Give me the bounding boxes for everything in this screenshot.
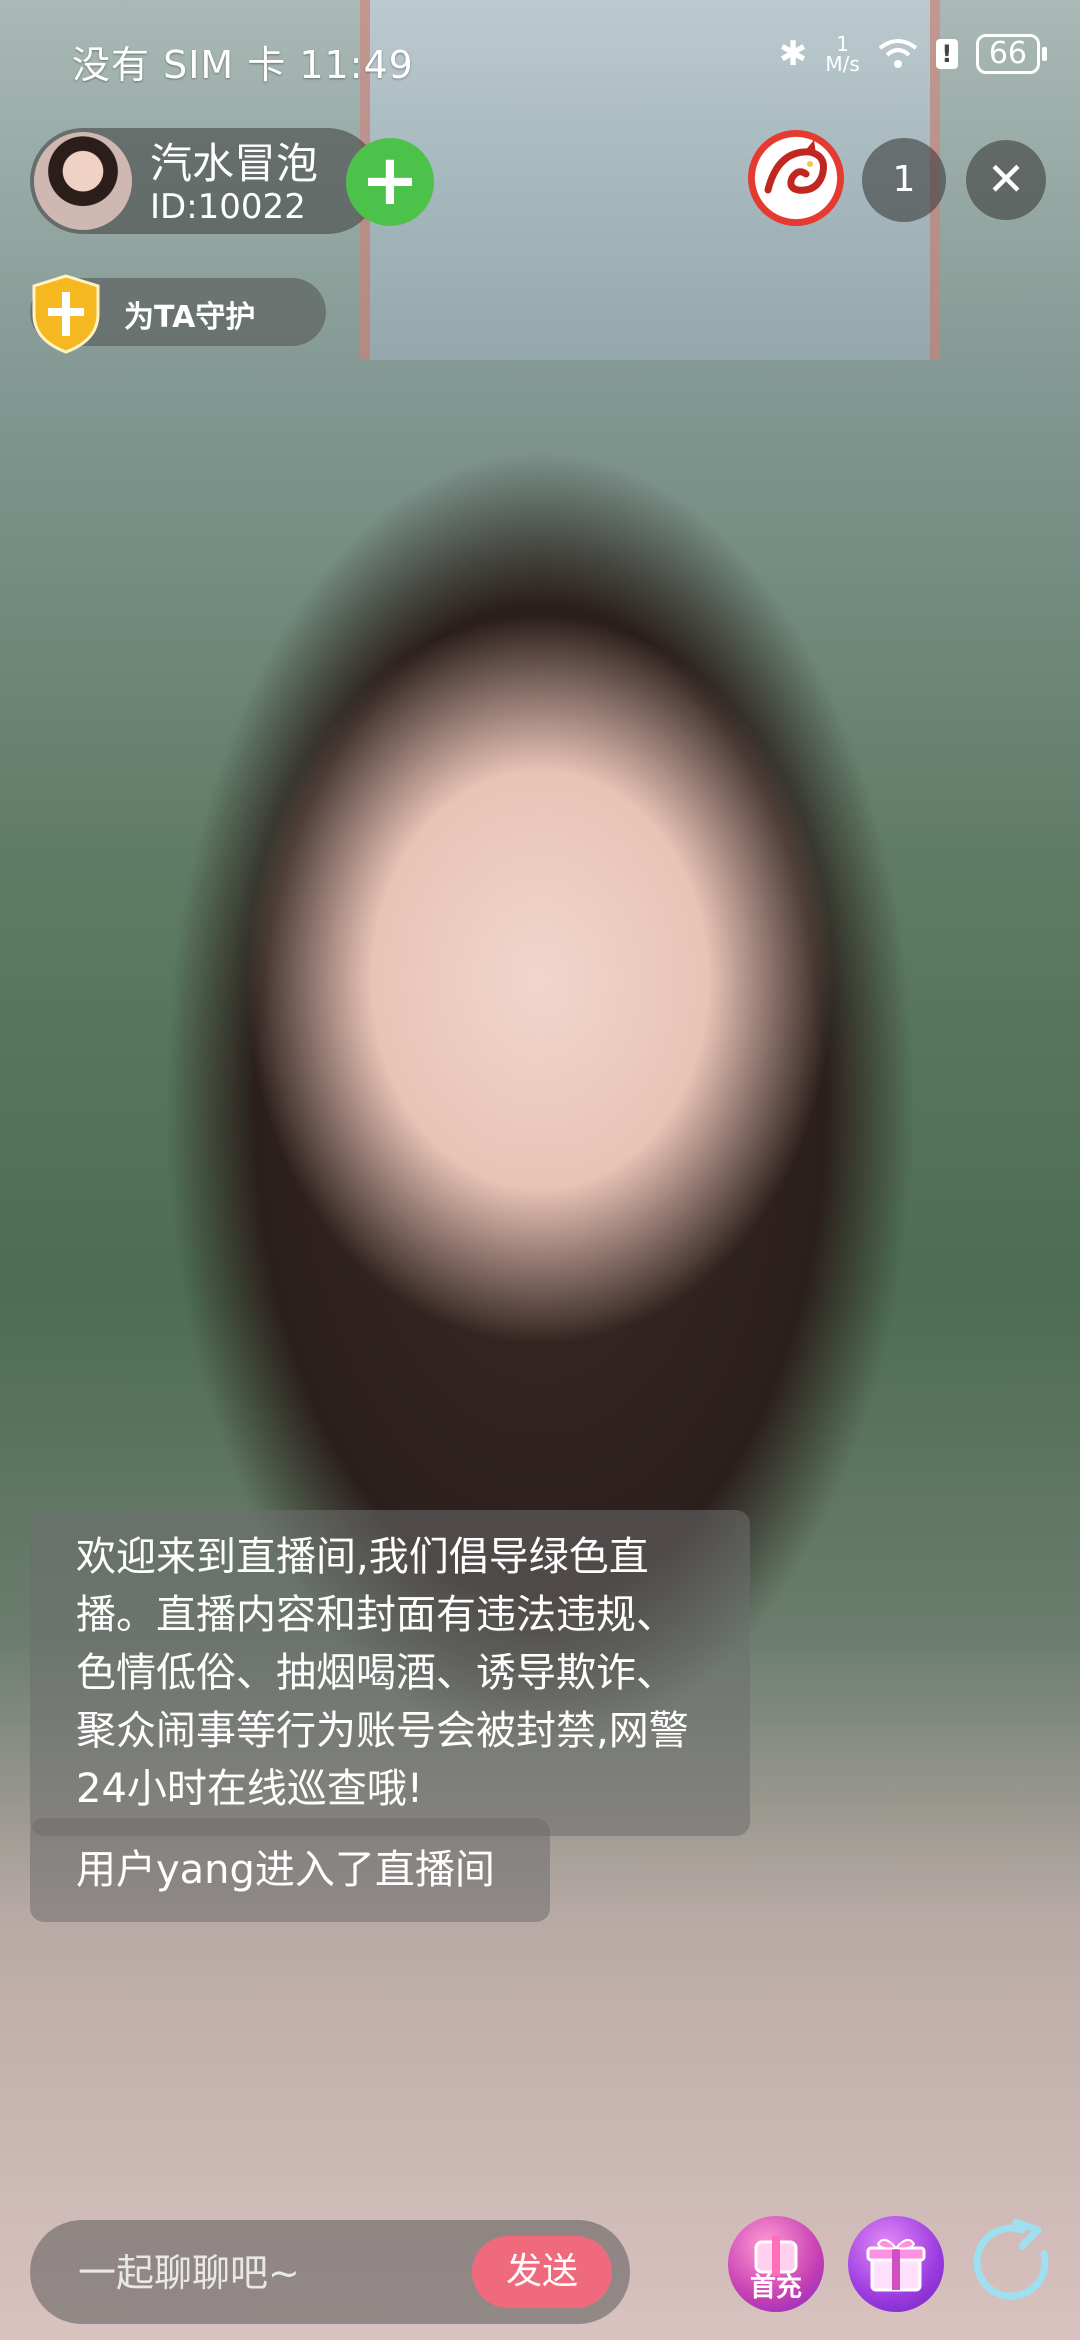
gift-icon: [866, 2238, 926, 2292]
close-button[interactable]: ✕: [966, 140, 1046, 220]
bluetooth-icon: ✱: [778, 34, 808, 74]
user-entered-message: 用户yang进入了直播间: [30, 1818, 550, 1922]
host-name: 汽水冒泡: [150, 139, 319, 188]
battery-icon: 66: [975, 34, 1048, 74]
share-icon[interactable]: [966, 2214, 1064, 2312]
follow-button[interactable]: +: [346, 138, 434, 226]
net-speed: 1 M/s: [825, 34, 859, 74]
host-card[interactable]: 汽水冒泡 ID:10022: [30, 128, 380, 234]
carrier-time: 没有 SIM 卡 11:49: [72, 43, 414, 87]
guard-button[interactable]: 为TA守护: [30, 274, 326, 354]
system-notice: 欢迎来到直播间,我们倡导绿色直播。直播内容和封面有违法违规、色情低俗、抽烟喝酒、…: [30, 1510, 750, 1836]
dragon-logo-icon[interactable]: [748, 130, 844, 226]
status-bar: 没有 SIM 卡 11:49 ✱ 1 M/s ! 66: [0, 0, 1080, 110]
host-avatar[interactable]: [34, 132, 132, 230]
host-id: ID:10022: [150, 187, 306, 227]
status-icons: ✱ 1 M/s ! 66: [778, 34, 1048, 74]
guard-label: 为TA守护: [124, 300, 256, 335]
net-speed-unit: M/s: [825, 52, 860, 76]
viewer-count[interactable]: 1: [862, 138, 946, 222]
chat-input[interactable]: [76, 2220, 480, 2326]
plus-icon: +: [360, 139, 420, 221]
send-button[interactable]: 发送: [472, 2236, 612, 2308]
alert-icon: !: [935, 39, 958, 69]
close-icon: ✕: [986, 152, 1026, 206]
gift-button[interactable]: [848, 2216, 944, 2312]
recharge-button[interactable]: 首充: [728, 2216, 824, 2312]
net-speed-value: 1: [836, 32, 849, 56]
shield-icon: [32, 274, 100, 354]
wifi-icon: [878, 39, 918, 68]
chat-bar: 发送: [30, 2220, 630, 2326]
recharge-label: 首充: [749, 2273, 802, 2303]
